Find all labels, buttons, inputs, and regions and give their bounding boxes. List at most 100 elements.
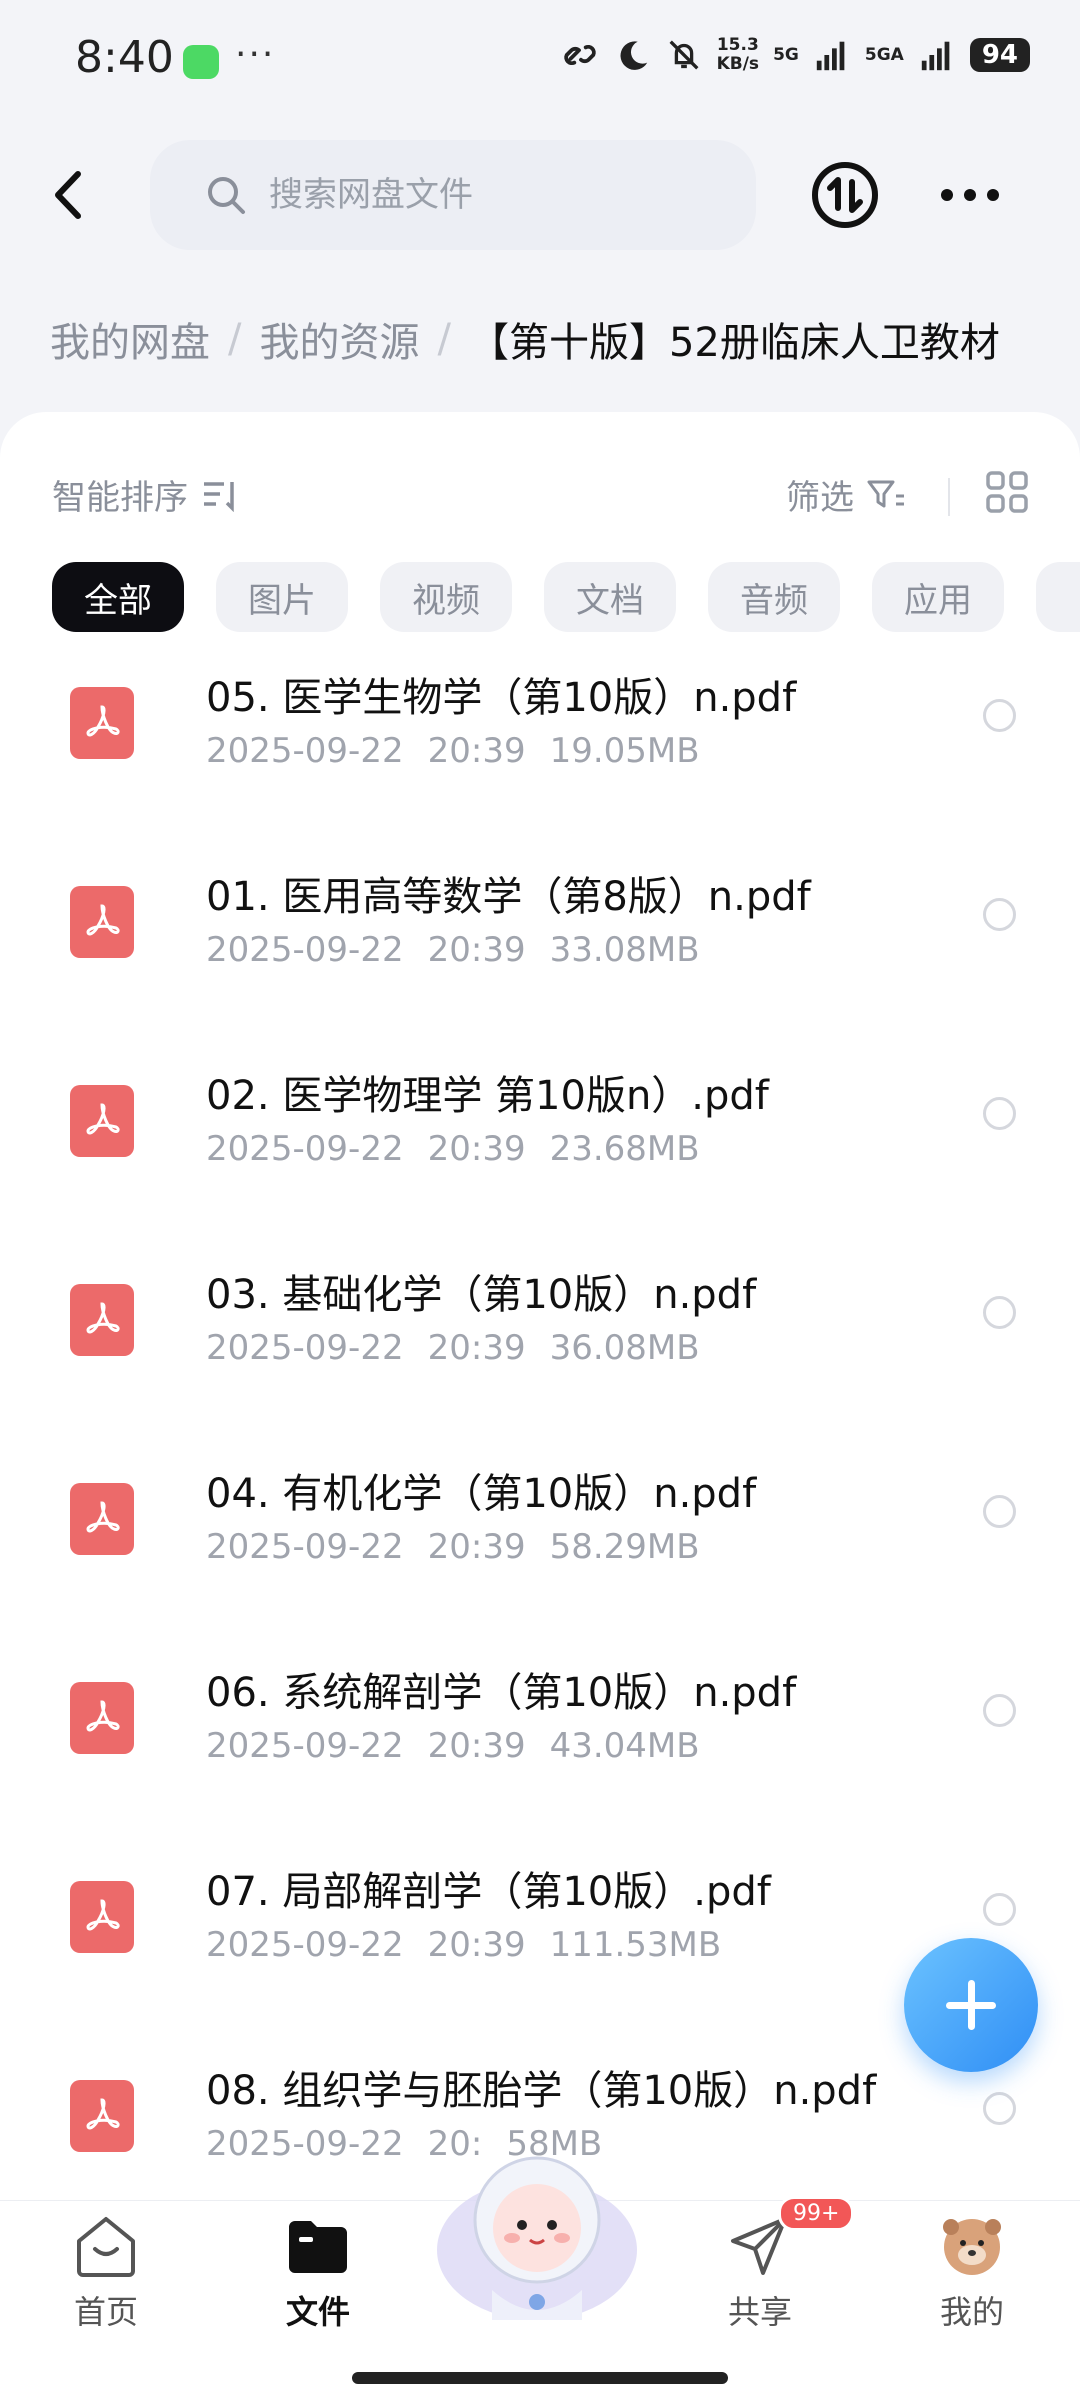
tab-files-label: 文件 xyxy=(285,2293,350,2331)
file-name: 08. 组织学与胚胎学（第10版）n.pdf xyxy=(206,2068,877,2114)
file-time: 20:39 xyxy=(427,1527,526,1567)
file-time: 20:39 xyxy=(427,731,526,771)
select-radio[interactable] xyxy=(983,1296,1016,1329)
tab-share-label: 共享 xyxy=(727,2293,792,2331)
filter-button[interactable]: 筛选 xyxy=(786,470,906,519)
tab-home[interactable]: 首页 xyxy=(36,2213,176,2333)
toolbar-divider xyxy=(948,478,950,516)
file-date: 2025-09-22 xyxy=(206,731,404,771)
top-bar xyxy=(0,130,1080,260)
file-name: 06. 系统解剖学（第10版）n.pdf xyxy=(206,1670,797,1716)
select-radio[interactable] xyxy=(983,898,1016,931)
file-meta: 2025-09-22 20:39 19.05MB xyxy=(206,731,724,771)
file-row[interactable]: 01. 医用高等数学（第8版）n.pdf 2025-09-22 20:39 33.0… xyxy=(0,846,1080,1045)
category-chips: 全部 图片 视频 文档 音频 应用 BT xyxy=(52,562,1080,632)
pdf-file-icon xyxy=(70,687,134,759)
sort-button[interactable]: 智能排序 xyxy=(52,470,240,519)
home-indicator xyxy=(352,2372,728,2384)
file-meta: 2025-09-22 20:39 58.29MB xyxy=(206,1527,724,1567)
breadcrumb-current-folder: 【第十版】52册临床人卫教材 xyxy=(468,320,1000,366)
tab-home-label: 首页 xyxy=(73,2293,138,2331)
file-size: 19.05MB xyxy=(549,731,700,771)
status-time: 8:40 xyxy=(75,32,174,83)
file-meta: 2025-09-22 20:39 111.53MB xyxy=(206,1925,745,1965)
file-row[interactable]: 03. 基础化学（第10版）n.pdf 2025-09-22 20:39 36.08… xyxy=(0,1244,1080,1443)
home-icon xyxy=(77,2217,135,2277)
pdf-file-icon xyxy=(70,1085,134,1157)
chip-audio[interactable]: 音频 xyxy=(708,562,840,632)
chip-all[interactable]: 全部 xyxy=(52,562,184,632)
search-input[interactable] xyxy=(269,175,689,215)
signal-icon-2 xyxy=(921,41,950,71)
pdf-file-icon xyxy=(70,1881,134,1953)
pdf-file-icon xyxy=(70,1682,134,1754)
chip-bt[interactable]: BT xyxy=(1036,562,1080,632)
file-date: 2025-09-22 xyxy=(206,1328,404,1368)
tab-files[interactable]: 文件 xyxy=(248,2213,388,2333)
more-notifications-icon: ··· xyxy=(235,34,276,75)
file-size: 43.04MB xyxy=(549,1726,700,1766)
network-type-1: 5G xyxy=(773,45,799,65)
file-row[interactable]: 04. 有机化学（第10版）n.pdf 2025-09-22 20:39 58.29… xyxy=(0,1443,1080,1642)
file-date: 2025-09-22 xyxy=(206,930,404,970)
tab-mine[interactable]: 我的 xyxy=(902,2213,1042,2333)
back-icon[interactable] xyxy=(40,160,100,230)
select-radio[interactable] xyxy=(983,1495,1016,1528)
breadcrumb-separator: / xyxy=(228,316,242,362)
breadcrumb: 我的网盘 / 我的资源 / 【第十版】52册临床人卫教材 xyxy=(50,310,1000,368)
select-radio[interactable] xyxy=(983,699,1016,732)
pdf-file-icon xyxy=(70,1284,134,1356)
network-speed: 15.3 KB/s xyxy=(716,35,760,74)
select-radio[interactable] xyxy=(983,1097,1016,1130)
file-row[interactable]: 06. 系统解剖学（第10版）n.pdf 2025-09-22 20:39 43.0… xyxy=(0,1642,1080,1841)
file-meta: 2025-09-22 20:39 23.68MB xyxy=(206,1129,724,1169)
file-time: 20:39 xyxy=(427,1328,526,1368)
file-row[interactable]: 02. 医学物理学 第10版n）.pdf 2025-09-22 20:39 23.6… xyxy=(0,1045,1080,1244)
select-radio[interactable] xyxy=(983,1893,1016,1926)
share-badge: 99+ xyxy=(778,2196,855,2231)
file-time: 20:39 xyxy=(427,1925,526,1965)
file-size: 58.29MB xyxy=(549,1527,700,1567)
more-icon[interactable] xyxy=(935,170,1005,220)
pdf-file-icon xyxy=(70,2080,134,2152)
search-bar[interactable] xyxy=(150,140,756,250)
file-size: 111.53MB xyxy=(549,1925,722,1965)
sort-label: 智能排序 xyxy=(52,478,188,518)
folder-icon xyxy=(289,2221,347,2273)
breadcrumb-item-my-resources[interactable]: 我的资源 xyxy=(259,310,419,368)
file-panel: 智能排序 筛选 全部 图片 视频 文档 音频 应用 BT 05. 医学生物学（第… xyxy=(0,412,1080,2202)
add-button[interactable] xyxy=(904,1938,1038,2072)
transfer-icon[interactable] xyxy=(810,160,880,230)
filter-label: 筛选 xyxy=(786,478,854,518)
file-meta: 2025-09-22 20:39 33.08MB xyxy=(206,930,724,970)
chip-images[interactable]: 图片 xyxy=(216,562,348,632)
grid-view-icon[interactable] xyxy=(985,470,1029,514)
file-date: 2025-09-22 xyxy=(206,1925,404,1965)
message-app-icon xyxy=(183,45,219,79)
search-icon xyxy=(208,177,245,214)
filter-icon xyxy=(867,480,904,507)
mute-bell-icon xyxy=(669,40,699,70)
sort-icon xyxy=(204,481,234,512)
select-radio[interactable] xyxy=(983,2092,1016,2125)
chip-documents[interactable]: 文档 xyxy=(544,562,676,632)
assistant-mascot-button[interactable] xyxy=(432,2140,642,2340)
breadcrumb-item-my-disk[interactable]: 我的网盘 xyxy=(50,310,210,368)
file-name: 02. 医学物理学 第10版n）.pdf xyxy=(206,1073,769,1119)
breadcrumb-separator: / xyxy=(437,316,451,362)
network-type-2: 5GA xyxy=(864,45,904,65)
file-name: 04. 有机化学（第10版）n.pdf xyxy=(206,1471,757,1517)
tab-share[interactable]: 共享 xyxy=(690,2213,830,2333)
file-meta: 2025-09-22 20:39 36.08MB xyxy=(206,1328,724,1368)
file-date: 2025-09-22 xyxy=(206,1726,404,1766)
file-date: 2025-09-22 xyxy=(206,2124,404,2164)
file-row[interactable]: 05. 医学生物学（第10版）n.pdf 2025-09-22 20:39 19.0… xyxy=(0,647,1080,846)
file-size: 33.08MB xyxy=(549,930,700,970)
select-radio[interactable] xyxy=(983,1694,1016,1727)
file-time: 20:39 xyxy=(427,1129,526,1169)
avatar-icon xyxy=(943,2219,1001,2275)
chip-apps[interactable]: 应用 xyxy=(872,562,1004,632)
file-date: 2025-09-22 xyxy=(206,1129,404,1169)
file-name: 05. 医学生物学（第10版）n.pdf xyxy=(206,675,797,721)
chip-videos[interactable]: 视频 xyxy=(380,562,512,632)
